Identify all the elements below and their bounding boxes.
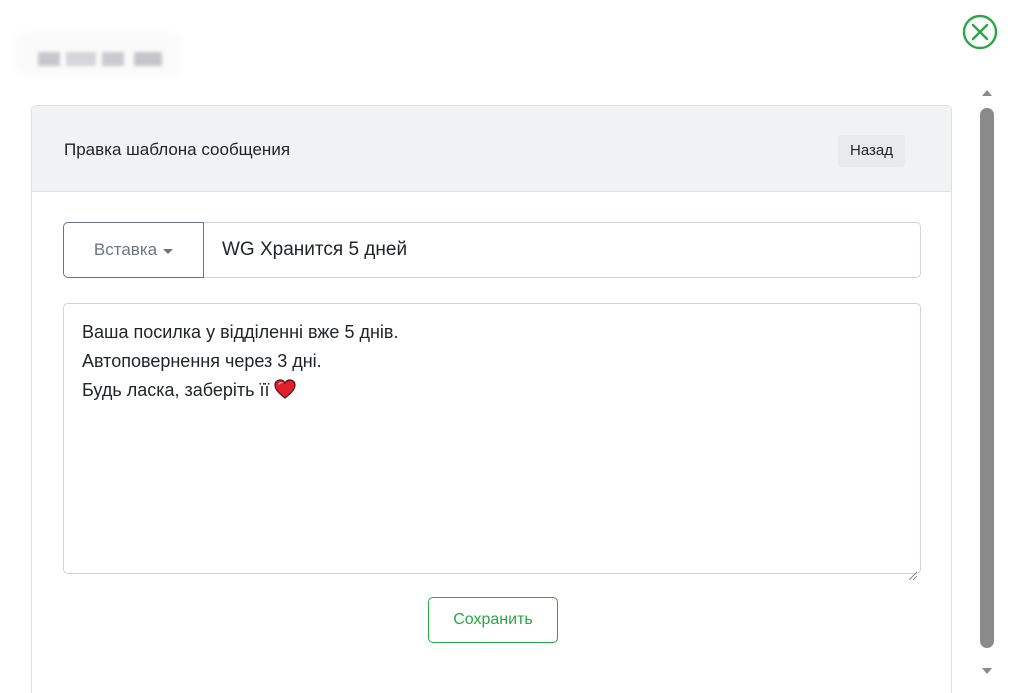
message-textarea[interactable]: Ваша посилка у відділенні вже 5 днів. Ав… bbox=[63, 303, 921, 581]
vertical-scrollbar[interactable] bbox=[978, 82, 996, 682]
insert-dropdown-label: Вставка bbox=[93, 240, 158, 259]
template-name-group: Вставка bbox=[63, 222, 921, 278]
resize-handle-icon[interactable] bbox=[907, 560, 918, 581]
message-line-3: Будь ласка, заберіть її bbox=[82, 380, 270, 400]
insert-dropdown[interactable]: Вставка bbox=[63, 222, 204, 278]
page: Правка шаблона сообщения Назад Вставка В… bbox=[0, 0, 1024, 693]
scroll-up-arrow-icon[interactable] bbox=[982, 90, 992, 96]
heart-icon bbox=[273, 379, 296, 408]
save-button[interactable]: Сохранить bbox=[428, 597, 558, 643]
caret-down-icon bbox=[163, 248, 174, 254]
message-line-1: Ваша посилка у відділенні вже 5 днів. bbox=[82, 322, 399, 342]
scroll-thumb[interactable] bbox=[980, 108, 994, 648]
message-line-3-row: Будь ласка, заберіть її bbox=[82, 376, 902, 408]
close-icon[interactable] bbox=[962, 14, 998, 50]
back-button[interactable]: Назад bbox=[838, 135, 905, 167]
message-line-2: Автоповернення через 3 дні. bbox=[82, 351, 322, 371]
card-header: Правка шаблона сообщения Назад bbox=[32, 106, 951, 192]
template-name-input[interactable] bbox=[204, 222, 921, 278]
scroll-down-arrow-icon[interactable] bbox=[982, 668, 992, 674]
edit-template-card: Правка шаблона сообщения Назад Вставка В… bbox=[31, 105, 952, 693]
blurred-logo bbox=[16, 34, 180, 74]
page-title: Правка шаблона сообщения bbox=[64, 140, 291, 159]
